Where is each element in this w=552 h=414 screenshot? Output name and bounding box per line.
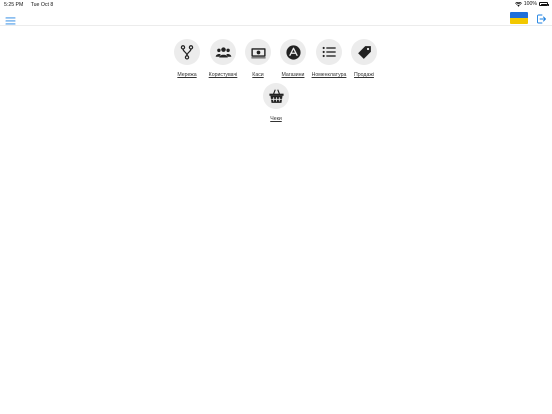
branch-icon [180, 45, 194, 60]
battery-icon [539, 2, 549, 6]
tag-icon [357, 45, 371, 59]
hamburger-menu-icon [5, 17, 16, 25]
tile-nomenclature[interactable]: Номенклатура [309, 39, 349, 78]
tile-stores[interactable]: Магазини [273, 39, 313, 78]
tile-receipts[interactable]: Чеки [256, 83, 296, 122]
menu-button[interactable] [5, 13, 16, 25]
tile-label: Мережа [177, 72, 197, 78]
tile-cash-registers[interactable]: Каси [238, 39, 278, 78]
logout-button[interactable] [535, 12, 547, 24]
tile-network[interactable]: Мережа [167, 39, 207, 78]
tile-label: Номенклатура [311, 72, 347, 78]
nav-bar [0, 10, 552, 26]
language-flag[interactable] [510, 12, 528, 24]
tile-label: Продажі [354, 72, 374, 78]
logout-icon [537, 14, 546, 24]
cash-register-icon [250, 47, 266, 58]
status-bar: 5:25 PM Tue Oct 8 100% [0, 0, 552, 10]
users-icon [215, 46, 231, 57]
list-icon [322, 46, 336, 58]
tile-label: Магазини [281, 72, 305, 78]
tile-sales[interactable]: Продажі [344, 39, 384, 78]
wifi-icon [514, 1, 522, 7]
status-date: Tue Oct 8 [30, 1, 54, 8]
tile-label: Каси [252, 72, 264, 78]
app-store-icon [285, 44, 301, 60]
tile-label: Чеки [270, 116, 282, 122]
tile-label: Користувачі [208, 72, 238, 78]
status-time: 5:25 PM [4, 1, 24, 8]
tile-users[interactable]: Користувачі [203, 39, 243, 78]
basket-icon [268, 89, 284, 103]
battery-percent: 100% [523, 1, 537, 7]
